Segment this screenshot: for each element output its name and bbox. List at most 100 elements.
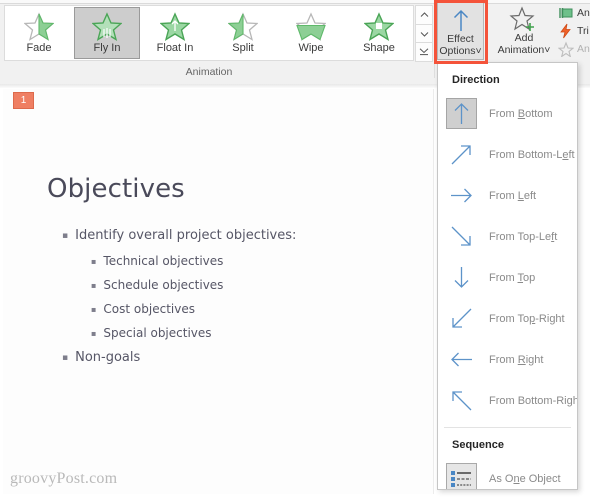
gallery-item-label: Fly In [93, 42, 121, 54]
animation-painter-command[interactable]: Ani [558, 40, 590, 58]
arrow-up-right-icon [451, 145, 471, 165]
effect-options-label-line1: Effect [447, 33, 474, 45]
bullet-marker-icon: ▪ [91, 305, 97, 314]
bullet-item: ▪ Schedule objectives [48, 278, 408, 292]
label-accel: B [517, 107, 526, 120]
label-pre: As O [489, 472, 514, 485]
label-post: -Right [535, 312, 565, 325]
bullet-item: ▪ Special objectives [48, 326, 408, 340]
menu-item-label: From Bottom [489, 108, 553, 120]
label-pre: From Bottom-Ri [489, 394, 567, 407]
bullet-text: Cost objectives [103, 302, 195, 316]
animation-gallery[interactable]: Fade Fly In Float In Split Wipe Shape [4, 5, 414, 61]
icon-container [446, 385, 477, 416]
ribbon-group-separator [434, 6, 435, 78]
menu-item-from-top[interactable]: From Top [438, 257, 577, 298]
effect-options-label-text: Options [439, 45, 476, 57]
icon-container [446, 221, 477, 252]
icon-container [446, 180, 477, 211]
trigger-command[interactable]: Tri [558, 22, 590, 40]
arrow-up-icon [454, 103, 469, 124]
bullet-item: ▪ Cost objectives [48, 302, 408, 316]
menu-item-label: From Top [489, 272, 535, 284]
icon-container [446, 463, 477, 489]
label-pre: From [489, 353, 518, 366]
star-floatin-icon [160, 12, 190, 41]
group-label-animation: Animation [185, 66, 233, 78]
menu-item-from-right[interactable]: From Right [438, 339, 577, 380]
as-one-object-icon [451, 470, 471, 487]
scroll-down-icon [420, 31, 428, 37]
bullet-item: ▪ Non-goals [48, 350, 408, 365]
menu-item-label: From Right [489, 354, 543, 366]
gallery-scroll-buttons[interactable] [415, 5, 433, 63]
gallery-scroll-up-button[interactable] [415, 5, 433, 25]
menu-item-label: From Top-Left [489, 231, 557, 243]
label-pre: From Bottom-L [489, 148, 563, 161]
add-animation-button[interactable]: Add Animation˅ [492, 2, 556, 60]
animation-pane-label: Ani [577, 7, 590, 19]
effect-options-dropdown-menu[interactable]: Direction From Bottom From Bottom-Left F… [437, 62, 578, 490]
gallery-more-button[interactable] [415, 42, 433, 63]
trigger-lightning-icon [560, 23, 571, 39]
gallery-item-shape[interactable]: Shape [346, 7, 412, 59]
sequence-section-header: Sequence [452, 439, 504, 451]
menu-item-from-top-left[interactable]: From Top-Left [438, 216, 577, 257]
gallery-item-fade[interactable]: Fade [6, 7, 72, 59]
menu-item-label: From Bottom-Right [489, 394, 577, 407]
effect-options-button[interactable]: Effect Options˅ [437, 2, 484, 60]
add-animation-label-line1: Add [514, 32, 534, 44]
gallery-item-label: Float In [156, 42, 194, 54]
label-post: ht [573, 395, 577, 407]
star-split-icon [228, 12, 258, 41]
label-post: e Object [519, 472, 561, 485]
animation-pane-command[interactable]: Ani [558, 4, 590, 22]
icon-container [446, 98, 477, 129]
menu-item-from-bottom[interactable]: From Bottom [438, 93, 577, 134]
label-post: eft [523, 189, 537, 202]
menu-item-from-bottom-left[interactable]: From Bottom-Left [438, 134, 577, 175]
menu-item-label: From Top-Right [489, 313, 565, 325]
icon-container [446, 303, 477, 334]
menu-item-from-left[interactable]: From Left [438, 175, 577, 216]
gallery-item-wipe[interactable]: Wipe [278, 7, 344, 59]
animation-painter-icon [558, 41, 574, 57]
gallery-item-label: Shape [363, 42, 395, 54]
arrow-down-right-icon [451, 226, 471, 246]
gallery-scroll-down-button[interactable] [415, 23, 433, 44]
bullet-text: Schedule objectives [103, 278, 224, 292]
animation-order-badge[interactable]: 1 [13, 92, 34, 109]
gallery-more-icon [419, 48, 429, 56]
advanced-animation-commands: Ani Tri Ani [558, 4, 590, 58]
gallery-item-fly-in[interactable]: Fly In [74, 7, 140, 59]
gallery-item-split[interactable]: Split [210, 7, 276, 59]
star-plus-icon [509, 6, 535, 31]
animation-painter-label: Ani [577, 43, 590, 55]
chevron-down-icon: ˅ [544, 44, 551, 56]
bullet-item: ▪ Identify overall project objectives: [48, 228, 408, 243]
slide-title[interactable]: Objectives [47, 174, 185, 204]
bullet-marker-icon: ▪ [91, 329, 97, 338]
direction-section-header: Direction [452, 74, 500, 86]
label-pre: From [489, 189, 518, 202]
icon-container [446, 262, 477, 293]
menu-item-from-top-right[interactable]: From Top-Right [438, 298, 577, 339]
star-flyin-icon [92, 12, 122, 41]
bullet-marker-icon: ▪ [62, 353, 69, 363]
add-animation-label-text: Animation [497, 44, 545, 56]
menu-item-as-one-object[interactable]: As One Object [438, 458, 577, 489]
menu-item-label: From Bottom-Left [489, 149, 575, 161]
icon-container [446, 344, 477, 375]
label-accel: R [517, 353, 526, 366]
bullet-text: Non-goals [75, 350, 141, 365]
arrow-up-left-icon [452, 391, 472, 411]
arrow-down-icon [454, 267, 469, 288]
gallery-item-label: Fade [26, 42, 52, 54]
star-fade-icon [24, 12, 54, 41]
menu-item-from-bottom-right[interactable]: From Bottom-Right [438, 380, 577, 421]
menu-item-label: From Left [489, 190, 536, 202]
watermark: groovyPost.com [10, 470, 118, 487]
arrow-down-left-icon [452, 308, 472, 328]
gallery-item-float-in[interactable]: Float In [142, 7, 208, 59]
slide-body-placeholder[interactable]: ▪ Identify overall project objectives: ▪… [48, 228, 408, 376]
